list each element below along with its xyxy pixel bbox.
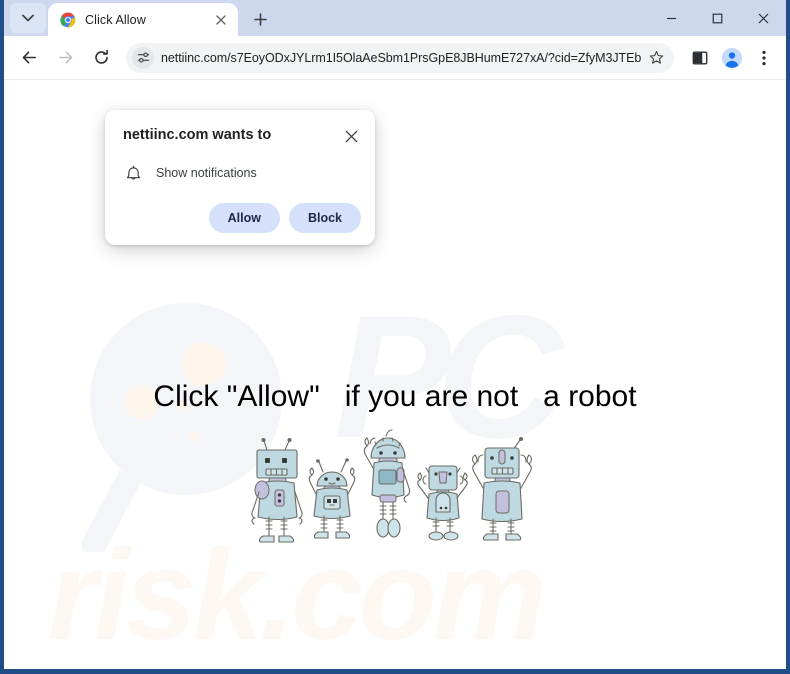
tab-strip: Click Allow — [4, 0, 786, 36]
minimize-button[interactable] — [648, 0, 694, 36]
close-icon[interactable] — [341, 126, 361, 146]
dialog-header: nettiinc.com wants to — [123, 126, 361, 146]
watermark-domain: risk.com — [48, 524, 546, 667]
site-settings-icon[interactable] — [132, 46, 154, 69]
close-button[interactable] — [740, 0, 786, 36]
dialog-actions: Allow Block — [123, 203, 361, 233]
back-icon[interactable] — [14, 43, 44, 73]
allow-button[interactable]: Allow — [208, 203, 280, 233]
address-bar[interactable]: nettiinc.com/s7EoyODxJYLrm1I5OlaAeSbm1Pr… — [126, 42, 674, 73]
bookmark-star-icon[interactable] — [644, 46, 668, 70]
block-button[interactable]: Block — [288, 203, 361, 233]
bell-icon — [123, 163, 143, 183]
tab-title: Click Allow — [85, 12, 146, 27]
close-tab-icon[interactable] — [212, 11, 230, 29]
new-tab-icon[interactable] — [246, 5, 274, 33]
dialog-title: nettiinc.com wants to — [123, 127, 272, 143]
profile-avatar[interactable] — [718, 44, 746, 72]
robots-illustration: .rb { fill:#bfd9e2; stroke:#6b6b63; stro… — [251, 429, 533, 543]
url-text: nettiinc.com/s7EoyODxJYLrm1I5OlaAeSbm1Pr… — [161, 50, 642, 65]
permission-row: Show notifications — [123, 163, 361, 183]
side-panel-icon[interactable] — [686, 44, 714, 72]
browser-window: Click Allow nettiinc.com/s7EoyODxJYLrm1I… — [0, 0, 790, 674]
reload-icon[interactable] — [86, 43, 116, 73]
browser-menu-icon[interactable] — [750, 44, 778, 72]
page-content: PC risk.com Click "Allow" if you are not… — [4, 80, 786, 669]
browser-toolbar: nettiinc.com/s7EoyODxJYLrm1I5OlaAeSbm1Pr… — [4, 36, 786, 80]
browser-tab[interactable]: Click Allow — [48, 3, 238, 36]
chrome-icon — [60, 12, 76, 28]
page-headline: Click "Allow" if you are not a robot — [153, 380, 637, 413]
notification-permission-dialog[interactable]: nettiinc.com wants to Show notifications — [105, 110, 375, 245]
permission-label: Show notifications — [156, 166, 257, 180]
tab-search-icon[interactable] — [10, 3, 46, 33]
window-controls — [648, 0, 786, 36]
forward-icon — [50, 43, 80, 73]
maximize-button[interactable] — [694, 0, 740, 36]
